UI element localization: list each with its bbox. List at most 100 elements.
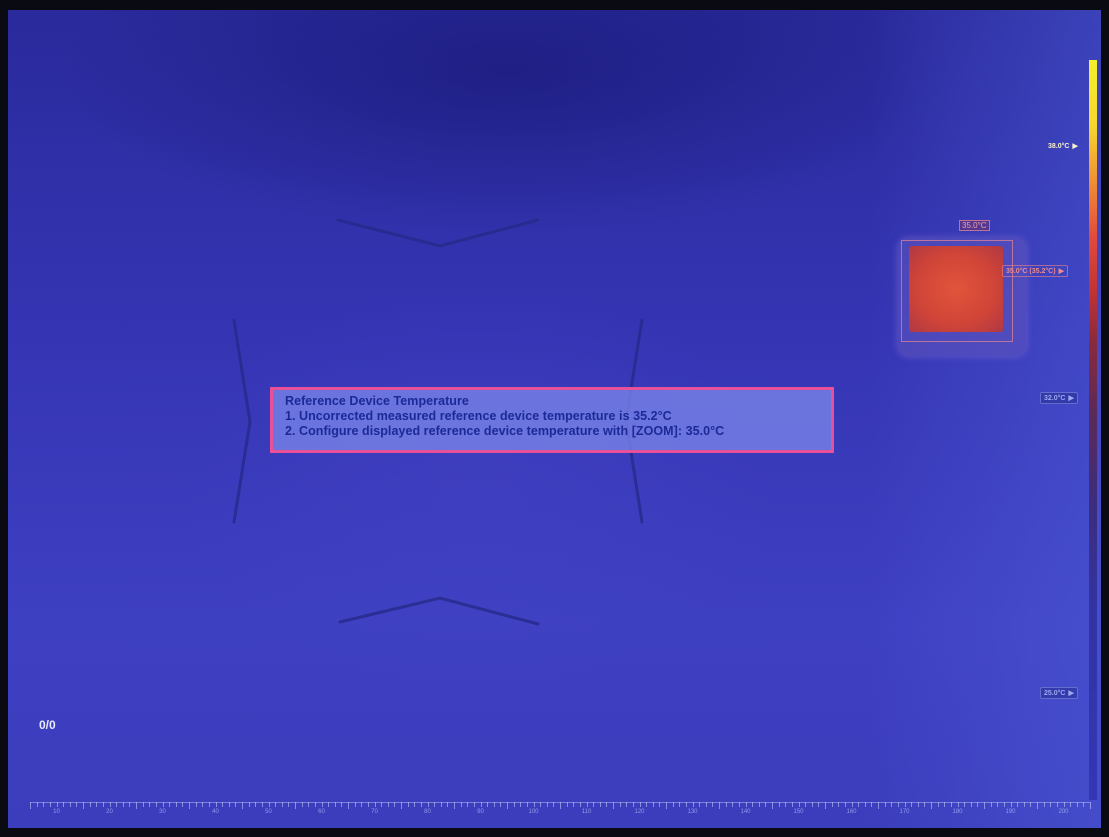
ruler-tick: [593, 802, 595, 807]
ruler-tick: [884, 802, 886, 807]
ruler-tick: [672, 802, 674, 807]
ruler-tick: [579, 802, 581, 807]
ruler-tick: [1090, 802, 1091, 809]
ruler-tick: [831, 802, 833, 807]
ruler-tick: [261, 802, 263, 807]
triangle-right-icon: ▶: [1058, 268, 1064, 275]
ruler-tick: [242, 802, 243, 809]
ruler-tick: [189, 802, 190, 809]
ruler-tick: [414, 802, 416, 807]
reference-device-label: 35.0°C: [959, 220, 990, 231]
ruler-tick: [738, 802, 740, 807]
ruler-tick: [917, 802, 919, 807]
ruler-tick: [911, 802, 913, 807]
ruler-tick: [288, 802, 290, 807]
ruler-tick: [76, 802, 78, 807]
ruler-tick: [685, 802, 687, 807]
ruler-tick: [752, 802, 754, 807]
ruler-tick: [679, 802, 681, 807]
marker-label: 35.0°C (35.2°C): [1006, 268, 1056, 275]
ruler-label: 200: [1058, 809, 1069, 815]
ruler-tick: [566, 802, 568, 807]
ruler-tick: [957, 802, 959, 807]
ruler-tick: [851, 802, 853, 807]
ruler-label: 70: [371, 809, 378, 815]
ruler-tick: [69, 802, 71, 807]
ruler-label: 50: [265, 809, 272, 815]
ruler-tick: [864, 802, 866, 807]
ruler-label: 130: [687, 809, 698, 815]
ruler-label: 10: [53, 809, 60, 815]
ruler-label: 190: [1005, 809, 1016, 815]
ruler-tick: [63, 802, 65, 807]
ruler-label: 30: [159, 809, 166, 815]
triangle-right-icon: ▶: [1068, 395, 1074, 402]
ruler-label: 40: [212, 809, 219, 815]
ruler-tick: [215, 802, 217, 807]
ruler-label: 100: [528, 809, 539, 815]
ruler-tick: [460, 802, 462, 807]
top-bracket: [336, 218, 540, 248]
ruler-tick: [1063, 802, 1065, 807]
ruler-tick: [931, 802, 932, 809]
colorbar-marker-current: 35.0°C (35.2°C) ▶: [1002, 265, 1068, 277]
ruler-tick: [228, 802, 230, 807]
ruler-label: 150: [793, 809, 804, 815]
ruler-tick: [632, 802, 634, 807]
ruler-tick: [546, 802, 548, 807]
ruler-tick: [427, 802, 429, 807]
ruler-tick: [1003, 802, 1005, 807]
ruler-tick: [354, 802, 356, 807]
ruler-tick: [122, 802, 124, 807]
ruler-tick: [937, 802, 939, 807]
ruler-tick: [361, 802, 363, 807]
ruler-tick: [520, 802, 522, 807]
ruler-label: 120: [634, 809, 645, 815]
ruler-tick: [314, 802, 316, 807]
temperature-color-bar: [1089, 60, 1097, 800]
ruler-tick: [639, 802, 641, 807]
ruler-tick: [348, 802, 349, 809]
ruler-tick: [1083, 802, 1085, 807]
ruler-tick: [420, 802, 422, 807]
ruler-tick: [1023, 802, 1025, 807]
ruler-tick: [467, 802, 469, 807]
ruler-label: 90: [477, 809, 484, 815]
ruler-tick: [49, 802, 51, 807]
ruler-tick: [944, 802, 946, 807]
reference-temperature-dialog: Reference Device Temperature 1. Uncorrec…: [270, 387, 834, 453]
ruler-label: 160: [846, 809, 857, 815]
ruler-tick: [308, 802, 310, 807]
ruler-tick: [513, 802, 515, 807]
bottom-ruler: 10 20 30 40 50 60 70 80 90 100 110 120 130 140 150 160 1…: [30, 802, 1091, 818]
ruler-tick: [500, 802, 502, 807]
ruler-tick: [334, 802, 336, 807]
ruler-tick: [473, 802, 475, 807]
ruler-tick: [454, 802, 455, 809]
ruler-tick: [560, 802, 561, 809]
ruler-tick: [712, 802, 714, 807]
ruler-tick: [30, 802, 31, 809]
ruler-tick: [904, 802, 906, 807]
ruler-tick: [805, 802, 807, 807]
ruler-tick: [964, 802, 966, 807]
ruler-tick: [381, 802, 383, 807]
ruler-tick: [785, 802, 787, 807]
ruler-tick: [268, 802, 270, 807]
ruler-tick: [195, 802, 197, 807]
ruler-tick: [175, 802, 177, 807]
ruler-tick: [394, 802, 396, 807]
ruler-tick: [772, 802, 773, 809]
ruler-tick: [838, 802, 840, 807]
ruler-tick: [281, 802, 283, 807]
ruler-tick: [984, 802, 985, 809]
ruler-tick: [778, 802, 780, 807]
ruler-tick: [96, 802, 98, 807]
ruler-tick: [997, 802, 999, 807]
ruler-tick: [248, 802, 250, 807]
ruler-label: 110: [581, 809, 592, 815]
ruler-tick: [1030, 802, 1032, 807]
triangle-right-icon: ▶: [1072, 143, 1078, 150]
ruler-tick: [950, 802, 952, 807]
ruler-tick: [43, 802, 45, 807]
